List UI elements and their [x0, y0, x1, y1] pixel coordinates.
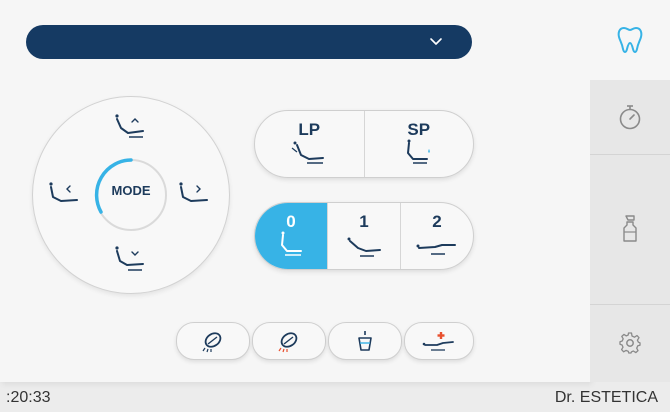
sp-button[interactable]: SP [363, 111, 474, 177]
chair-left-icon [49, 182, 78, 202]
chair-down-icon [115, 246, 144, 271]
memory-0-label: 0 [286, 212, 296, 231]
memory-1-button[interactable]: 1 [327, 203, 400, 269]
gear-icon [619, 332, 641, 354]
chair-flat-icon [416, 244, 456, 255]
memory-2-button[interactable]: 2 [400, 203, 473, 269]
operating-light-icon [202, 332, 222, 353]
operating-light-button[interactable] [176, 322, 250, 360]
memory-1-label: 1 [359, 212, 369, 231]
operating-light-composite-button[interactable] [252, 322, 326, 360]
timer-icon [619, 105, 641, 130]
program-position-group: LP SP [254, 110, 474, 178]
spray-bottle-icon [623, 215, 637, 242]
status-user: Dr. ESTETICA [554, 389, 658, 406]
chair-up-button[interactable] [111, 111, 151, 145]
sidebar-item-settings[interactable] [590, 304, 670, 382]
sp-label: SP [407, 120, 431, 139]
sidebar-item-timer[interactable] [590, 80, 670, 155]
chair-left-button[interactable] [43, 179, 83, 213]
cup-fill-button[interactable] [328, 322, 402, 360]
main-panel: MODE LP SP 0 1 2 [0, 0, 590, 382]
chair-last-position-icon [291, 141, 325, 164]
emergency-position-icon [422, 332, 454, 351]
chair-right-icon [179, 182, 208, 202]
tooth-icon [617, 27, 643, 53]
sidebar [590, 0, 670, 382]
top-dropdown[interactable] [26, 25, 472, 59]
chair-right-button[interactable] [175, 179, 215, 213]
chevron-down-icon [430, 38, 442, 45]
memory-2-label: 2 [432, 212, 442, 231]
chair-up-icon [115, 114, 144, 138]
memory-0-button[interactable]: 0 [255, 203, 327, 269]
operating-light-composite-icon [278, 332, 298, 353]
memory-position-group: 0 1 2 [254, 202, 474, 270]
sidebar-item-hygiene[interactable] [590, 154, 670, 305]
cup-fill-icon [358, 331, 372, 351]
status-time: :20:33 [6, 389, 51, 406]
chair-spittoon-position-icon [406, 139, 430, 164]
lp-label: LP [298, 120, 321, 139]
chair-upright-icon [281, 231, 302, 256]
mode-button-label: MODE [111, 183, 151, 198]
lp-button[interactable]: LP [255, 111, 364, 177]
chair-reclined-icon [347, 237, 381, 257]
chair-position-dial: MODE [32, 96, 230, 294]
emergency-position-button[interactable] [404, 322, 474, 360]
sidebar-item-chair[interactable] [590, 0, 670, 80]
chair-down-button[interactable] [111, 243, 151, 277]
